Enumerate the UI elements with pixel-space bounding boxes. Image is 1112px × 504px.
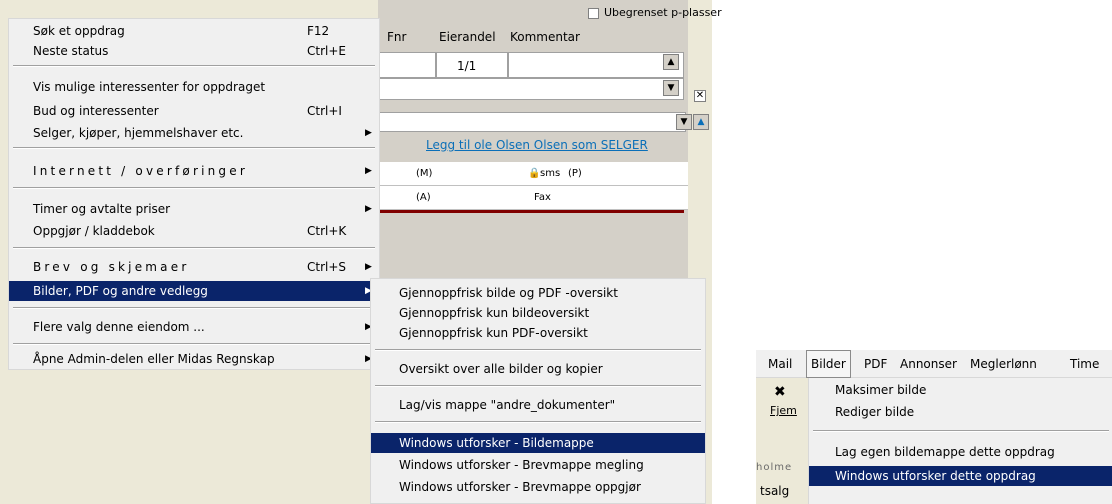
menubar: Mail Bilder PDF Annonser Meglerlønn Time [756, 350, 1112, 378]
menu-item-sok-oppdrag[interactable]: Søk et oppdrag F12 [9, 21, 379, 41]
menu-item-label: Søk et oppdrag [33, 24, 125, 38]
submenu-item-explorer-letters-megling[interactable]: Windows utforsker - Brevmappe megling [371, 455, 705, 475]
collapse-up-icon[interactable]: ▲ [693, 114, 709, 130]
column-header-fnr: Fnr [387, 30, 407, 44]
menu-separator [375, 421, 701, 423]
mobile-label: (M) [416, 168, 433, 179]
menu-separator [13, 65, 375, 67]
menu-item-vis-interessenter[interactable]: Vis mulige interessenter for oppdraget [9, 77, 379, 97]
menubar-meglerlonn[interactable]: Meglerlønn [966, 350, 1041, 378]
menu-item-label: Oppgjør / kladdebok [33, 224, 155, 238]
section-divider [378, 210, 684, 213]
menu-separator [13, 247, 375, 249]
empty-owner-row[interactable] [378, 78, 684, 100]
menu-separator [13, 187, 375, 189]
menu-item-label: Brev og skjemaer [33, 260, 190, 274]
menu-item-brev-skjemaer[interactable]: Brev og skjemaer Ctrl+S ▶ [9, 257, 379, 277]
unlimited-parking-label: Ubegrenset p-plasser [604, 6, 722, 19]
submenu-item-explorer-letters-oppgjor[interactable]: Windows utforsker - Brevmappe oppgjør [371, 477, 705, 497]
fax-label: Fax [534, 192, 551, 203]
menu-item-neste-status[interactable]: Neste status Ctrl+E [9, 41, 379, 61]
menu-separator [375, 349, 701, 351]
scroll-up-button[interactable]: ▲ [663, 54, 679, 70]
menu-item-shortcut: F12 [307, 24, 330, 38]
contact-row-mobile: (M) 🔒 sms (P) [378, 162, 688, 186]
menu-item-bud-interessenter[interactable]: Bud og interessenter Ctrl+I [9, 101, 379, 121]
submenu-arrow-icon: ▶ [365, 262, 372, 272]
menu-item-bilder-pdf[interactable]: Bilder, PDF og andre vedlegg ▶ [9, 281, 379, 301]
menu-item-selger-kjoper[interactable]: Selger, kjøper, hjemmelshaver etc. ▶ [9, 123, 379, 143]
main-menu: Søk et oppdrag F12 Neste status Ctrl+E V… [8, 18, 380, 370]
column-header-kommentar: Kommentar [510, 30, 580, 44]
submenu-item-other-docs-folder[interactable]: Lag/vis mappe "andre_dokumenter" [371, 395, 705, 415]
bilder-item-edit[interactable]: Rediger bilde [809, 402, 1112, 422]
menu-item-shortcut: Ctrl+S [307, 260, 347, 274]
submenu-arrow-icon: ▶ [365, 128, 372, 138]
add-seller-link[interactable]: Legg til ole Olsen Olsen som SELGER [426, 138, 648, 152]
submenu-item-refresh-pdf[interactable]: Gjennoppfrisk kun PDF-oversikt [371, 323, 705, 343]
menu-item-label: Vis mulige interessenter for oppdraget [33, 80, 266, 94]
menu-item-flere-valg[interactable]: Flere valg denne eiendom ... ▶ [9, 317, 379, 337]
close-icon[interactable]: ✕ [694, 90, 706, 102]
sms-label: sms [540, 168, 561, 179]
submenu-arrow-icon: ▶ [365, 204, 372, 214]
menu-item-internett[interactable]: Internett / overføringer ▶ [9, 161, 379, 181]
fjern-label[interactable]: Fjem [770, 404, 797, 417]
kommentar-cell[interactable] [508, 52, 684, 78]
menubar-bilder[interactable]: Bilder [806, 350, 851, 378]
owner-dropdown[interactable] [378, 112, 686, 132]
menu-item-shortcut: Ctrl+I [307, 104, 342, 118]
menu-item-timer-priser[interactable]: Timer og avtalte priser ▶ [9, 199, 379, 219]
menu-item-label: Internett / overføringer [33, 164, 248, 178]
bilder-item-create-folder[interactable]: Lag egen bildemappe dette oppdrag [809, 442, 1112, 462]
name-fragment: holme [756, 462, 793, 473]
private-phone-label: (P) [568, 168, 582, 179]
menu-item-oppgjor[interactable]: Oppgjør / kladdebok Ctrl+K [9, 221, 379, 241]
menu-separator [13, 307, 375, 309]
submenu-arrow-icon: ▶ [365, 166, 372, 176]
menu-separator [13, 343, 375, 345]
menu-separator [13, 147, 375, 149]
menu-item-label: Bud og interessenter [33, 104, 159, 118]
menu-item-shortcut: Ctrl+K [307, 224, 347, 238]
menu-item-shortcut: Ctrl+E [307, 44, 346, 58]
eierandel-value: 1/1 [457, 59, 477, 73]
menu-item-label: Flere valg denne eiendom ... [33, 320, 205, 334]
menubar-time[interactable]: Time [1066, 350, 1103, 378]
submenu-item-refresh-all[interactable]: Gjennoppfrisk bilde og PDF -oversikt [371, 283, 705, 303]
submenu-item-refresh-images[interactable]: Gjennoppfrisk kun bildeoversikt [371, 303, 705, 323]
menu-item-label: Selger, kjøper, hjemmelshaver etc. [33, 126, 244, 140]
menubar-annonser[interactable]: Annonser [896, 350, 961, 378]
sale-type-fragment: tsalg [760, 484, 790, 498]
menu-item-label: Bilder, PDF og andre vedlegg [33, 284, 208, 298]
menu-item-admin-midas[interactable]: Åpne Admin-delen eller Midas Regnskap ▶ [9, 349, 379, 369]
column-header-eierandel: Eierandel [439, 30, 496, 44]
menu-separator [813, 430, 1109, 432]
submenu-item-overview[interactable]: Oversikt over alle bilder og kopier [371, 359, 705, 379]
bilder-item-explorer[interactable]: Windows utforsker dette oppdrag [809, 466, 1112, 486]
eierandel-cell[interactable]: 1/1 [436, 52, 508, 78]
fnr-cell[interactable] [378, 52, 436, 78]
unlimited-parking-checkbox[interactable] [588, 8, 599, 19]
contact-row-work: (A) Fax [378, 186, 688, 210]
menu-separator [375, 385, 701, 387]
work-label: (A) [416, 192, 431, 203]
menu-item-label: Neste status [33, 44, 109, 58]
remove-icon[interactable]: ✖ [774, 384, 790, 400]
scroll-down-button[interactable]: ▼ [663, 80, 679, 96]
menu-item-label: Åpne Admin-delen eller Midas Regnskap [33, 352, 275, 366]
menu-item-label: Timer og avtalte priser [33, 202, 171, 216]
menubar-mail[interactable]: Mail [764, 350, 796, 378]
dropdown-arrow-icon[interactable]: ▼ [676, 114, 692, 130]
menubar-pdf[interactable]: PDF [860, 350, 891, 378]
bilder-item-maximize[interactable]: Maksimer bilde [809, 380, 1112, 400]
lock-icon: 🔒 [528, 168, 541, 179]
attachments-submenu: Gjennoppfrisk bilde og PDF -oversikt Gje… [370, 278, 706, 504]
bilder-dropdown-menu: Maksimer bilde Rediger bilde Lag egen bi… [808, 378, 1112, 504]
submenu-item-explorer-images[interactable]: Windows utforsker - Bildemappe [371, 433, 705, 453]
